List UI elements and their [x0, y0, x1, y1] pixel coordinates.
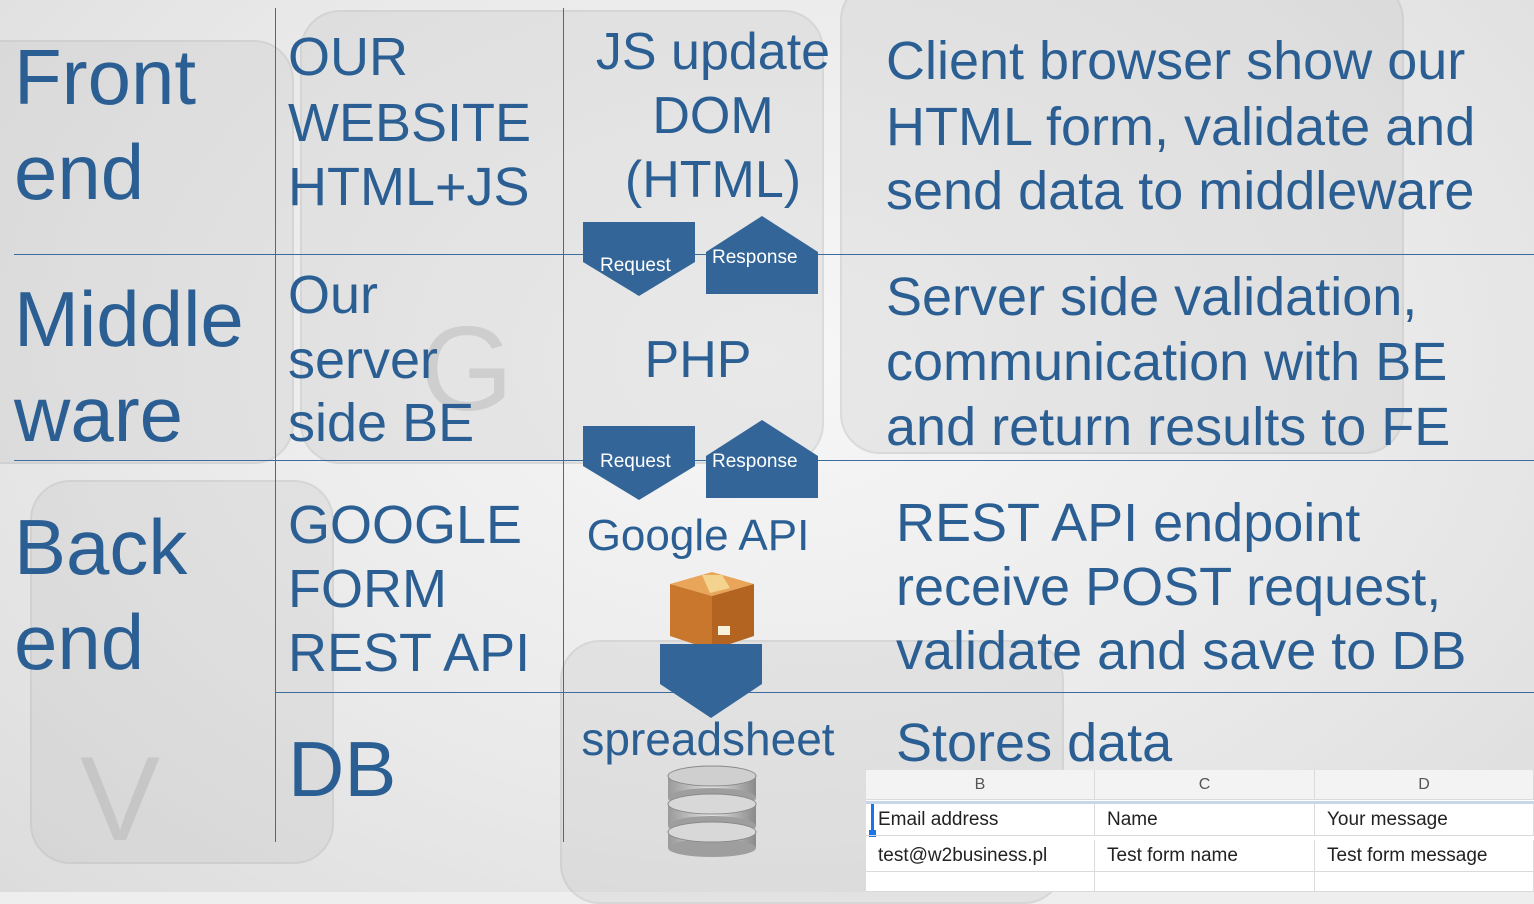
middleware-title-line1: Middle — [14, 275, 244, 363]
frontend-title-line1: Front — [14, 33, 197, 121]
spreadsheet-preview: B C D Email address Name Your message te… — [866, 770, 1534, 892]
middleware-title-line2: ware — [14, 370, 184, 458]
background-key-letter: V — [80, 732, 161, 866]
frontend-title-line2: end — [14, 128, 145, 216]
backend-description-line: REST API endpoint — [896, 493, 1361, 553]
table-cell — [1095, 872, 1315, 892]
backend-component-line: REST API — [288, 623, 531, 683]
db-tech: spreadsheet — [581, 713, 835, 765]
frontend-component-line: HTML+JS — [288, 157, 530, 217]
row-divider — [275, 692, 1534, 693]
middleware-component-line: side BE — [288, 393, 475, 453]
table-cell: test@w2business.pl — [866, 840, 1095, 872]
request-label: Request — [600, 255, 671, 276]
middleware-component-line: server — [288, 330, 439, 390]
frontend-tech-line: JS update — [595, 23, 831, 81]
column-header: B — [866, 770, 1095, 800]
backend-component-line: GOOGLE — [288, 495, 523, 555]
backend-description-line: validate and save to DB — [896, 621, 1467, 681]
backend-title-line1: Back — [14, 503, 188, 591]
column-divider — [275, 8, 276, 842]
frontend-tech-line: (HTML) — [624, 151, 802, 209]
table-cell — [1315, 872, 1534, 892]
backend-description-line: receive POST request, — [896, 557, 1442, 617]
database-icon — [667, 765, 757, 857]
backend-title-line2: end — [14, 598, 145, 686]
frontend-component-line: OUR — [288, 27, 408, 87]
column-header: C — [1095, 770, 1315, 800]
frontend-component-line: WEBSITE — [288, 93, 532, 153]
table-cell: Your message — [1315, 804, 1534, 836]
box-icon — [670, 572, 754, 650]
table-cell: Name — [1095, 804, 1315, 836]
middleware-description-line: Server side validation, — [886, 267, 1418, 327]
middleware-description-line: and return results to FE — [886, 397, 1451, 457]
table-cell — [866, 872, 1095, 892]
frontend-description-line: send data to middleware — [886, 161, 1475, 221]
db-description: Stores data — [896, 713, 1173, 773]
response-label: Response — [712, 247, 798, 268]
table-cell: Test form message — [1315, 840, 1534, 872]
middleware-description-line: communication with BE — [886, 332, 1448, 392]
db-component: DB — [288, 725, 397, 813]
request-label: Request — [600, 451, 671, 472]
table-cell: Email address — [866, 804, 1095, 836]
middleware-tech: PHP — [644, 331, 752, 389]
frontend-description-line: HTML form, validate and — [886, 97, 1476, 157]
frontend-tech-line: DOM — [652, 87, 774, 145]
table-cell: Test form name — [1095, 840, 1315, 872]
column-header: D — [1315, 770, 1534, 800]
frontend-description-line: Client browser show our — [886, 31, 1466, 91]
response-label: Response — [712, 451, 798, 472]
backend-component-line: FORM — [288, 559, 447, 619]
chevron-down-icon — [660, 644, 762, 718]
middleware-component-line: Our — [288, 265, 379, 325]
backend-tech: Google API — [586, 511, 810, 560]
